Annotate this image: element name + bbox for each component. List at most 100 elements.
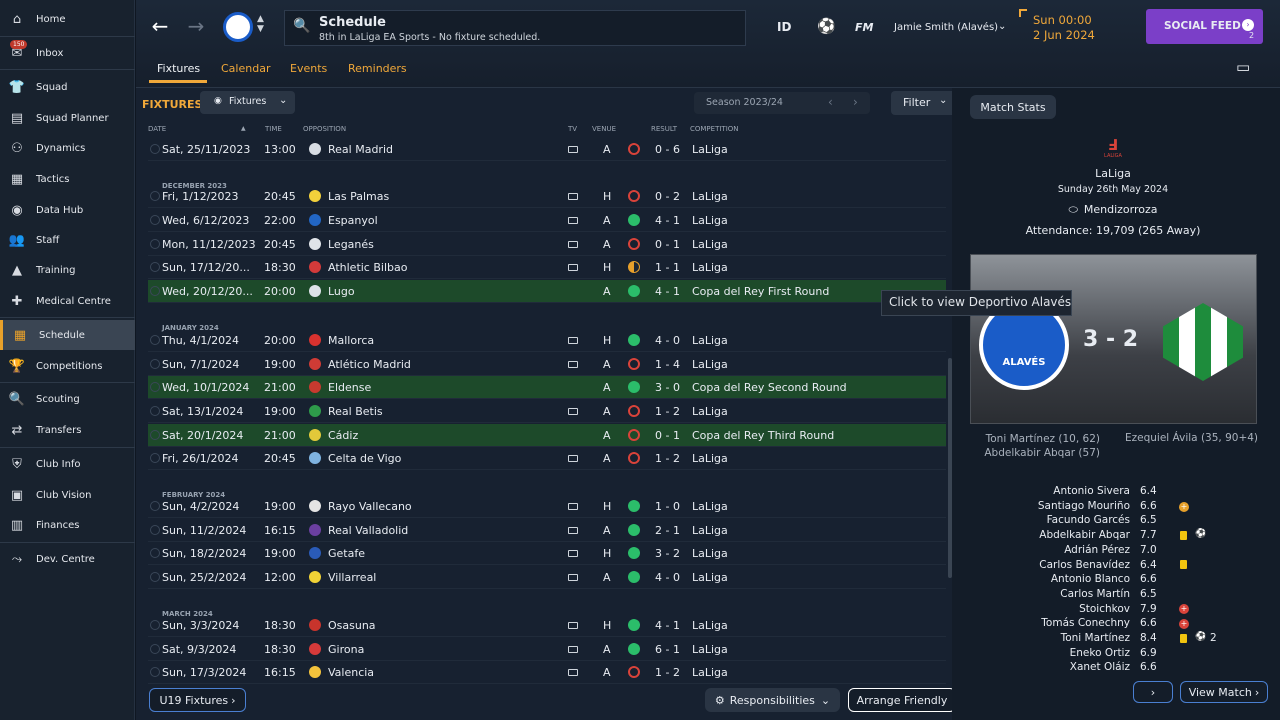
fixture-opponent[interactable]: Osasuna [328, 619, 376, 632]
sidebar-item-tactics[interactable]: ▦ Tactics [0, 165, 135, 193]
sidebar-item-dynamics[interactable]: ⚇ Dynamics [0, 134, 135, 162]
manager-name[interactable]: Jamie Smith (Alavés) [894, 22, 998, 33]
player-name[interactable]: Stoichkov [1079, 603, 1130, 615]
row-select-dot[interactable] [150, 572, 160, 582]
fixture-opponent[interactable]: Celta de Vigo [328, 452, 401, 465]
fixture-competition[interactable]: LaLiga [692, 334, 728, 347]
player-name[interactable]: Antonio Blanco [1051, 573, 1130, 585]
fixture-opponent[interactable]: Valencia [328, 666, 374, 679]
fixture-result[interactable]: 1 - 1 [655, 261, 680, 274]
u19-fixtures-button[interactable]: U19 Fixtures › [149, 688, 246, 712]
fixture-result[interactable]: 4 - 0 [655, 571, 680, 584]
table-row[interactable]: Sun, 18/2/2024 19:00 Getafe H 3 - 2 LaLiga [148, 542, 946, 565]
fixture-competition[interactable]: Copa del Rey First Round [692, 285, 829, 298]
prev-season-icon[interactable]: ‹ [828, 95, 833, 109]
row-select-dot[interactable] [150, 620, 160, 630]
sidebar-item-competitions[interactable]: 🏆 Competitions [0, 352, 135, 380]
sidebar-item-squad[interactable]: 👕 Squad [0, 73, 135, 101]
fixture-result[interactable]: 4 - 1 [655, 619, 680, 632]
fixture-competition[interactable]: LaLiga [692, 358, 728, 371]
next-match-button[interactable]: › [1133, 681, 1173, 703]
club-crest[interactable] [223, 12, 253, 42]
sidebar-item-inbox[interactable]: ✉ 150 Inbox [0, 39, 135, 67]
fm-logo[interactable]: FM [855, 21, 873, 34]
row-select-dot[interactable] [150, 501, 160, 511]
fixture-opponent[interactable]: Real Madrid [328, 143, 393, 156]
row-select-dot[interactable] [150, 667, 160, 677]
table-row[interactable]: Sun, 7/1/2024 19:00 Atlético Madrid A 1 - 4 L… [148, 353, 946, 376]
tab-reminders[interactable]: Reminders [348, 62, 407, 75]
column-header-date[interactable]: DATE [148, 125, 166, 133]
player-name[interactable]: Tomás Conechny [1041, 617, 1130, 629]
sidebar-item-schedule[interactable]: ▦ Schedule [0, 320, 135, 350]
fixture-competition[interactable]: LaLiga [692, 261, 728, 274]
fixture-result[interactable]: 1 - 2 [655, 666, 680, 679]
table-row[interactable]: Sat, 13/1/2024 19:00 Real Betis A 1 - 2 LaLig… [148, 400, 946, 423]
fixture-result[interactable]: 1 - 2 [655, 452, 680, 465]
fixture-result[interactable]: 3 - 2 [655, 547, 680, 560]
fixture-result[interactable]: 0 - 1 [655, 238, 680, 251]
fixture-result[interactable]: 3 - 0 [655, 381, 680, 394]
table-row[interactable]: Sun, 25/2/2024 12:00 Villarreal A 4 - 0 LaLig… [148, 566, 946, 589]
row-select-dot[interactable] [150, 286, 160, 296]
fixture-result[interactable]: 0 - 2 [655, 190, 680, 203]
fixture-opponent[interactable]: Villarreal [328, 571, 376, 584]
fixture-competition[interactable]: LaLiga [692, 452, 728, 465]
fixture-result[interactable]: 1 - 4 [655, 358, 680, 371]
row-select-dot[interactable] [150, 548, 160, 558]
club-badge-icon[interactable]: ⚽ [817, 17, 836, 35]
search-icon[interactable]: 🔍 [293, 18, 310, 34]
player-name[interactable]: Xanet Oláiz [1070, 661, 1130, 673]
fixture-competition[interactable]: LaLiga [692, 643, 728, 656]
fixture-result[interactable]: 6 - 1 [655, 643, 680, 656]
fixture-competition[interactable]: LaLiga [692, 190, 728, 203]
row-select-dot[interactable] [150, 191, 160, 201]
fixture-opponent[interactable]: Girona [328, 643, 364, 656]
fixture-opponent[interactable]: Lugo [328, 285, 355, 298]
match-stats-button[interactable]: Match Stats [970, 95, 1056, 119]
sidebar-item-transfers[interactable]: ⇄ Transfers [0, 416, 135, 444]
player-name[interactable]: Adrián Pérez [1064, 544, 1130, 556]
chevron-down-icon[interactable]: ⌄ [998, 21, 1006, 32]
fixture-competition[interactable]: LaLiga [692, 500, 728, 513]
sidebar-item-club-vision[interactable]: ▣ Club Vision [0, 481, 135, 509]
table-row[interactable]: Sat, 9/3/2024 18:30 Girona A 6 - 1 LaLiga [148, 638, 946, 661]
player-name[interactable]: Carlos Martín [1060, 588, 1130, 600]
fixture-opponent[interactable]: Athletic Bilbao [328, 261, 407, 274]
sidebar-item-finances[interactable]: ▥ Finances [0, 511, 135, 539]
column-header-time[interactable]: TIME [265, 125, 282, 133]
fixture-opponent[interactable]: Espanyol [328, 214, 378, 227]
player-name[interactable]: Facundo Garcés [1047, 514, 1130, 526]
fixture-competition[interactable]: LaLiga [692, 238, 728, 251]
row-select-dot[interactable] [150, 215, 160, 225]
column-header-venue[interactable]: VENUE [592, 125, 616, 133]
row-select-dot[interactable] [150, 406, 160, 416]
social-feed-button[interactable]: SOCIAL FEED › [1146, 9, 1263, 44]
monitor-icon[interactable]: ▭ [1236, 58, 1250, 76]
forward-arrow-icon[interactable]: → [184, 14, 208, 38]
fixture-competition[interactable]: LaLiga [692, 405, 728, 418]
player-name[interactable]: Antonio Sivera [1053, 485, 1130, 497]
tab-events[interactable]: Events [290, 62, 327, 75]
fixture-opponent[interactable]: Rayo Vallecano [328, 500, 412, 513]
fixture-competition[interactable]: Copa del Rey Second Round [692, 381, 847, 394]
betis-crest[interactable] [1163, 303, 1243, 381]
row-select-dot[interactable] [150, 382, 160, 392]
table-row[interactable]: Sat, 20/1/2024 21:00 Cádiz A 0 - 1 Copa del R… [148, 424, 946, 447]
row-select-dot[interactable] [150, 239, 160, 249]
table-row[interactable]: Wed, 6/12/2023 22:00 Espanyol A 4 - 1 LaLiga [148, 209, 946, 232]
row-select-dot[interactable] [150, 453, 160, 463]
club-switch-chevrons[interactable]: ▲ ▼ [257, 14, 264, 34]
table-row[interactable]: Sun, 17/3/2024 16:15 Valencia A 1 - 2 LaLiga [148, 661, 946, 684]
table-row[interactable]: Sun, 3/3/2024 18:30 Osasuna H 4 - 1 LaLiga [148, 614, 946, 637]
back-arrow-icon[interactable]: ← [148, 14, 172, 38]
fixture-competition[interactable]: LaLiga [692, 571, 728, 584]
table-row[interactable]: Sun, 11/2/2024 16:15 Real Valladolid A 2 - 1… [148, 519, 946, 542]
tab-fixtures[interactable]: Fixtures [157, 62, 200, 75]
row-select-dot[interactable] [150, 262, 160, 272]
fixture-competition[interactable]: LaLiga [692, 666, 728, 679]
fixture-opponent[interactable]: Mallorca [328, 334, 374, 347]
fixture-result[interactable]: 1 - 2 [655, 405, 680, 418]
responsibilities-button[interactable]: ⚙ Responsibilities ⌄ [705, 688, 840, 712]
row-select-dot[interactable] [150, 525, 160, 535]
